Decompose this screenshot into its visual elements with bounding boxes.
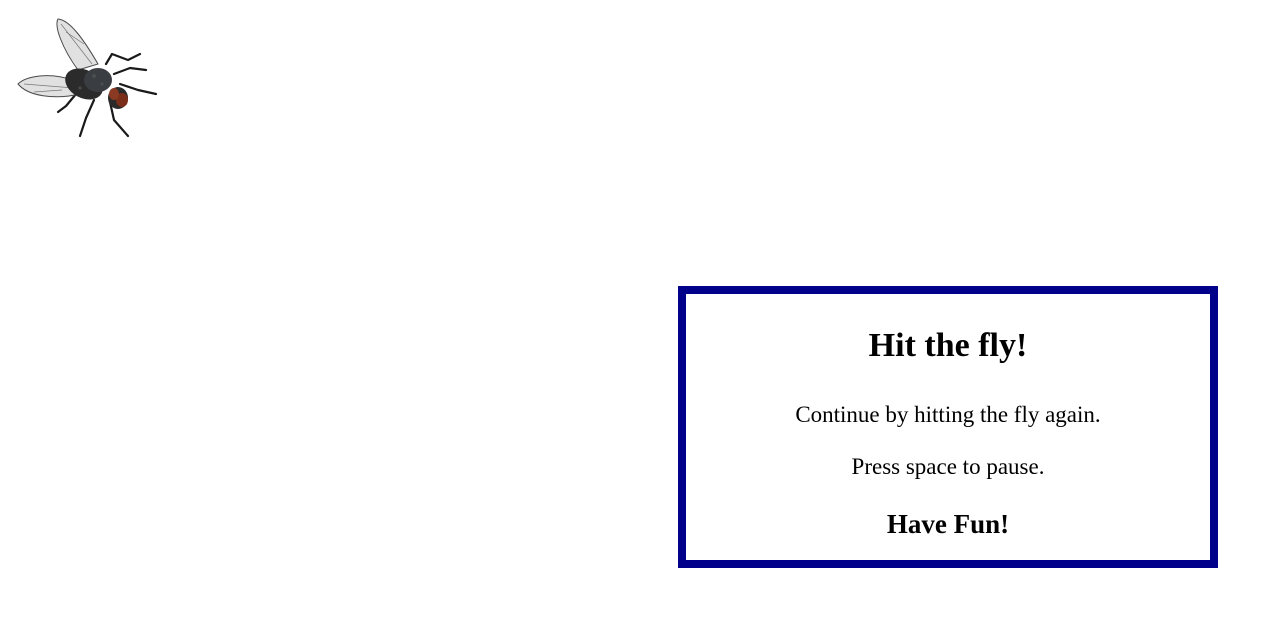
continue-instruction: Continue by hitting the fly again. xyxy=(795,402,1101,427)
fly-icon xyxy=(17,18,158,138)
instructions-dialog: Hit the fly! Continue by hitting the fly… xyxy=(678,286,1218,568)
have-fun-text: Have Fun! xyxy=(886,509,1010,539)
pause-instruction: Press space to pause. xyxy=(851,454,1045,479)
dialog-title: Hit the fly! xyxy=(868,327,1028,364)
fly-target[interactable] xyxy=(14,14,164,149)
